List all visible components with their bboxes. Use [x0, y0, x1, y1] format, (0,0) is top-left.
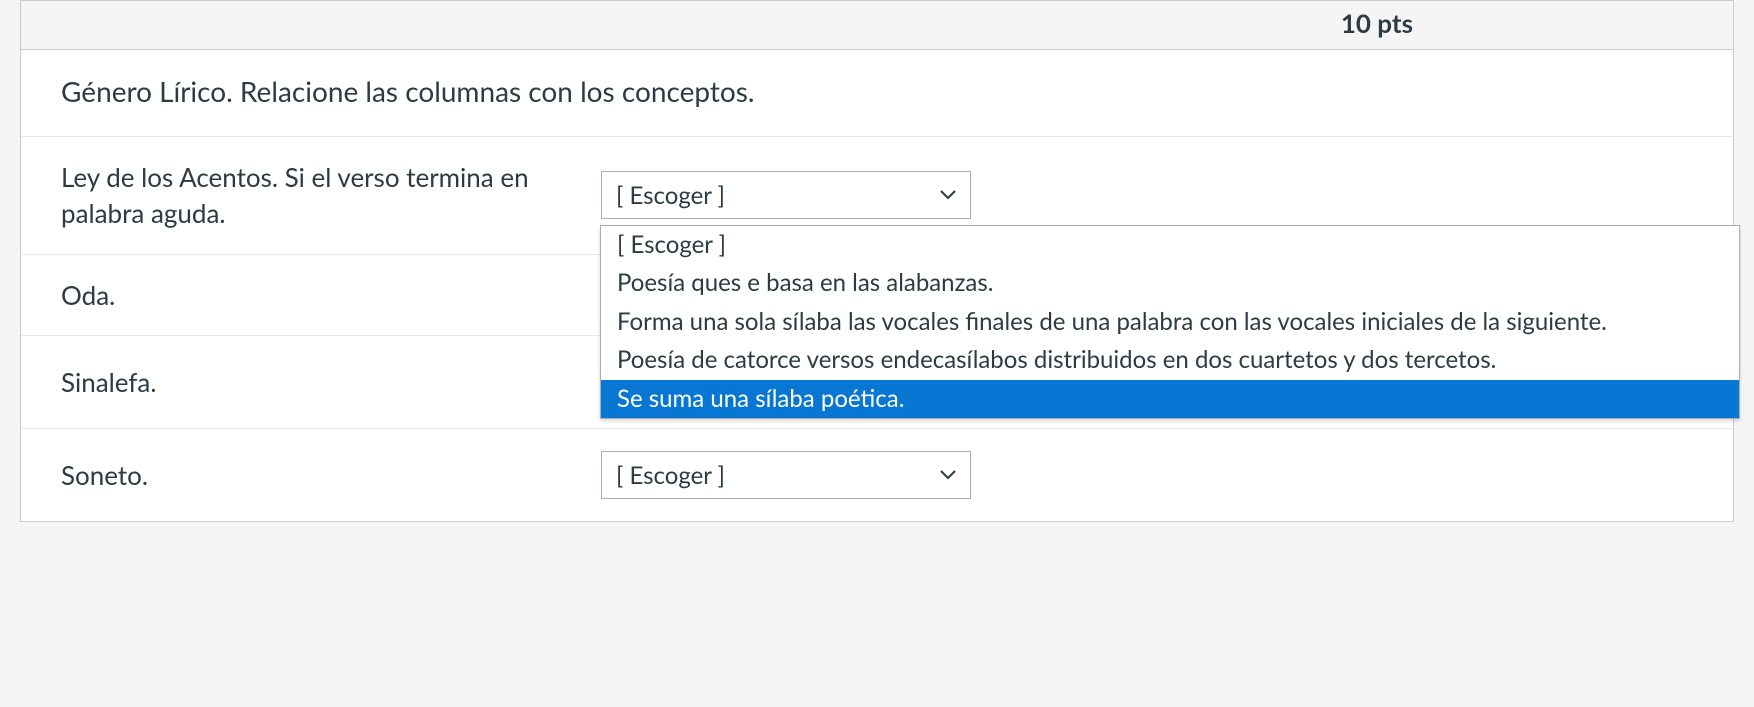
match-label: Sinalefa.	[61, 364, 601, 400]
match-label: Soneto.	[61, 457, 601, 493]
question-header: 10 pts	[21, 1, 1733, 50]
question-prompt: Género Lírico. Relacione las columnas co…	[21, 50, 1733, 137]
answer-select[interactable]: [ Escoger ]	[601, 451, 971, 499]
answer-select[interactable]: [ Escoger ]	[601, 171, 971, 219]
dropdown-option-highlighted[interactable]: Se suma una sílaba poética.	[601, 380, 1739, 418]
match-label: Oda.	[61, 277, 601, 313]
dropdown-listbox[interactable]: [ Escoger ] Poesía ques e basa en las al…	[600, 225, 1740, 419]
match-label: Ley de los Acentos. Si el verso termina …	[61, 159, 601, 232]
dropdown-option[interactable]: Forma una sola sílaba las vocales finale…	[601, 303, 1739, 341]
select-wrapper: [ Escoger ]	[601, 451, 971, 499]
chevron-down-icon	[940, 470, 956, 480]
dropdown-option[interactable]: Poesía ques e basa en las alabanzas.	[601, 264, 1739, 302]
match-row: Soneto. [ Escoger ]	[21, 429, 1733, 521]
dropdown-option[interactable]: Poesía de catorce versos endecasílabos d…	[601, 341, 1739, 379]
chevron-down-icon	[940, 190, 956, 200]
select-value: [ Escoger ]	[616, 181, 725, 210]
select-value: [ Escoger ]	[616, 461, 725, 490]
question-points: 10 pts	[1341, 7, 1413, 39]
dropdown-option[interactable]: [ Escoger ]	[601, 226, 1739, 264]
select-wrapper: [ Escoger ]	[601, 171, 971, 219]
